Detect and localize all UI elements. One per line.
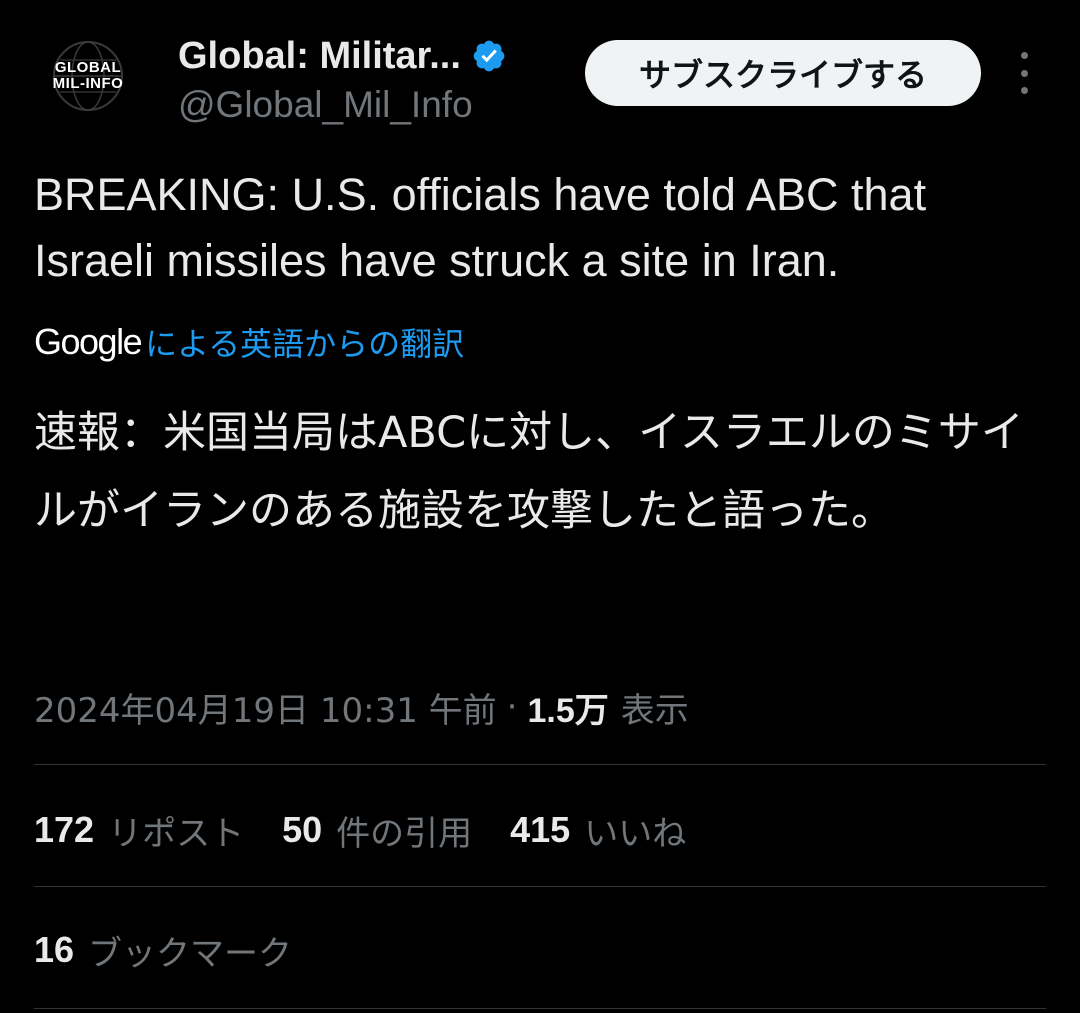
more-dot — [1020, 87, 1028, 94]
bookmarks-stat[interactable]: 16 ブックマーク — [34, 926, 292, 975]
author-name-row[interactable]: Global: Militar... — [178, 34, 507, 78]
likes-label: いいね — [584, 813, 687, 854]
quotes-count: 50 — [282, 809, 323, 850]
more-dot — [1020, 69, 1028, 77]
reposts-label: リポスト — [108, 813, 245, 854]
views-count: 1.5万 — [527, 691, 609, 730]
verified-badge-icon — [473, 40, 505, 72]
avatar-logo-line2: MIL-INFO — [52, 75, 124, 92]
divider — [34, 1008, 1046, 1009]
reposts-count: 172 — [34, 809, 95, 850]
more-dot — [1020, 52, 1028, 59]
tweet-meta: 2024年04月19日 10:31 午前 · 1.5万 表示 — [34, 680, 689, 734]
quotes-stat[interactable]: 50 件の引用 — [282, 806, 472, 855]
divider — [34, 764, 1046, 765]
tweet-text: BREAKING: U.S. officials have told ABC t… — [34, 169, 939, 286]
google-logo: Google — [34, 321, 143, 362]
reposts-stat[interactable]: 172 リポスト — [34, 806, 244, 855]
bookmarks-count: 16 — [34, 929, 75, 970]
views-label: 表示 — [620, 690, 689, 731]
bookmarks-label: ブックマーク — [88, 933, 293, 974]
quotes-label: 件の引用 — [336, 813, 473, 854]
timestamp[interactable]: 2024年04月19日 10:31 午前 — [34, 683, 497, 732]
avatar[interactable]: GLOBAL MIL-INFO — [34, 22, 142, 130]
translation-attribution: Google による英語からの翻訳 — [34, 318, 464, 366]
avatar-logo-line1: GLOBAL — [54, 59, 122, 76]
engagement-stats: 172 リポスト 50 件の引用 415 いいね — [34, 804, 724, 856]
author-handle[interactable]: @Global_Mil_Info — [178, 84, 473, 126]
display-name[interactable]: Global: Militar... — [178, 35, 461, 78]
meta-separator: · — [506, 687, 518, 727]
tweet-detail: GLOBAL MIL-INFO Global: Militar... @Glob… — [0, 0, 1080, 1013]
likes-count: 415 — [510, 809, 571, 850]
translation-link[interactable]: による英語からの翻訳 — [145, 319, 464, 365]
bookmark-stats: 16 ブックマーク — [34, 924, 330, 976]
translated-text: 速報：米国当局はABCに対し、イスラエルのミサイルがイランのある施設を攻撃したと… — [34, 408, 1024, 536]
more-vertical-icon[interactable] — [1008, 52, 1040, 94]
subscribe-button[interactable]: サブスクライブする — [585, 40, 981, 106]
likes-stat[interactable]: 415 いいね — [510, 806, 686, 855]
divider — [34, 886, 1046, 887]
